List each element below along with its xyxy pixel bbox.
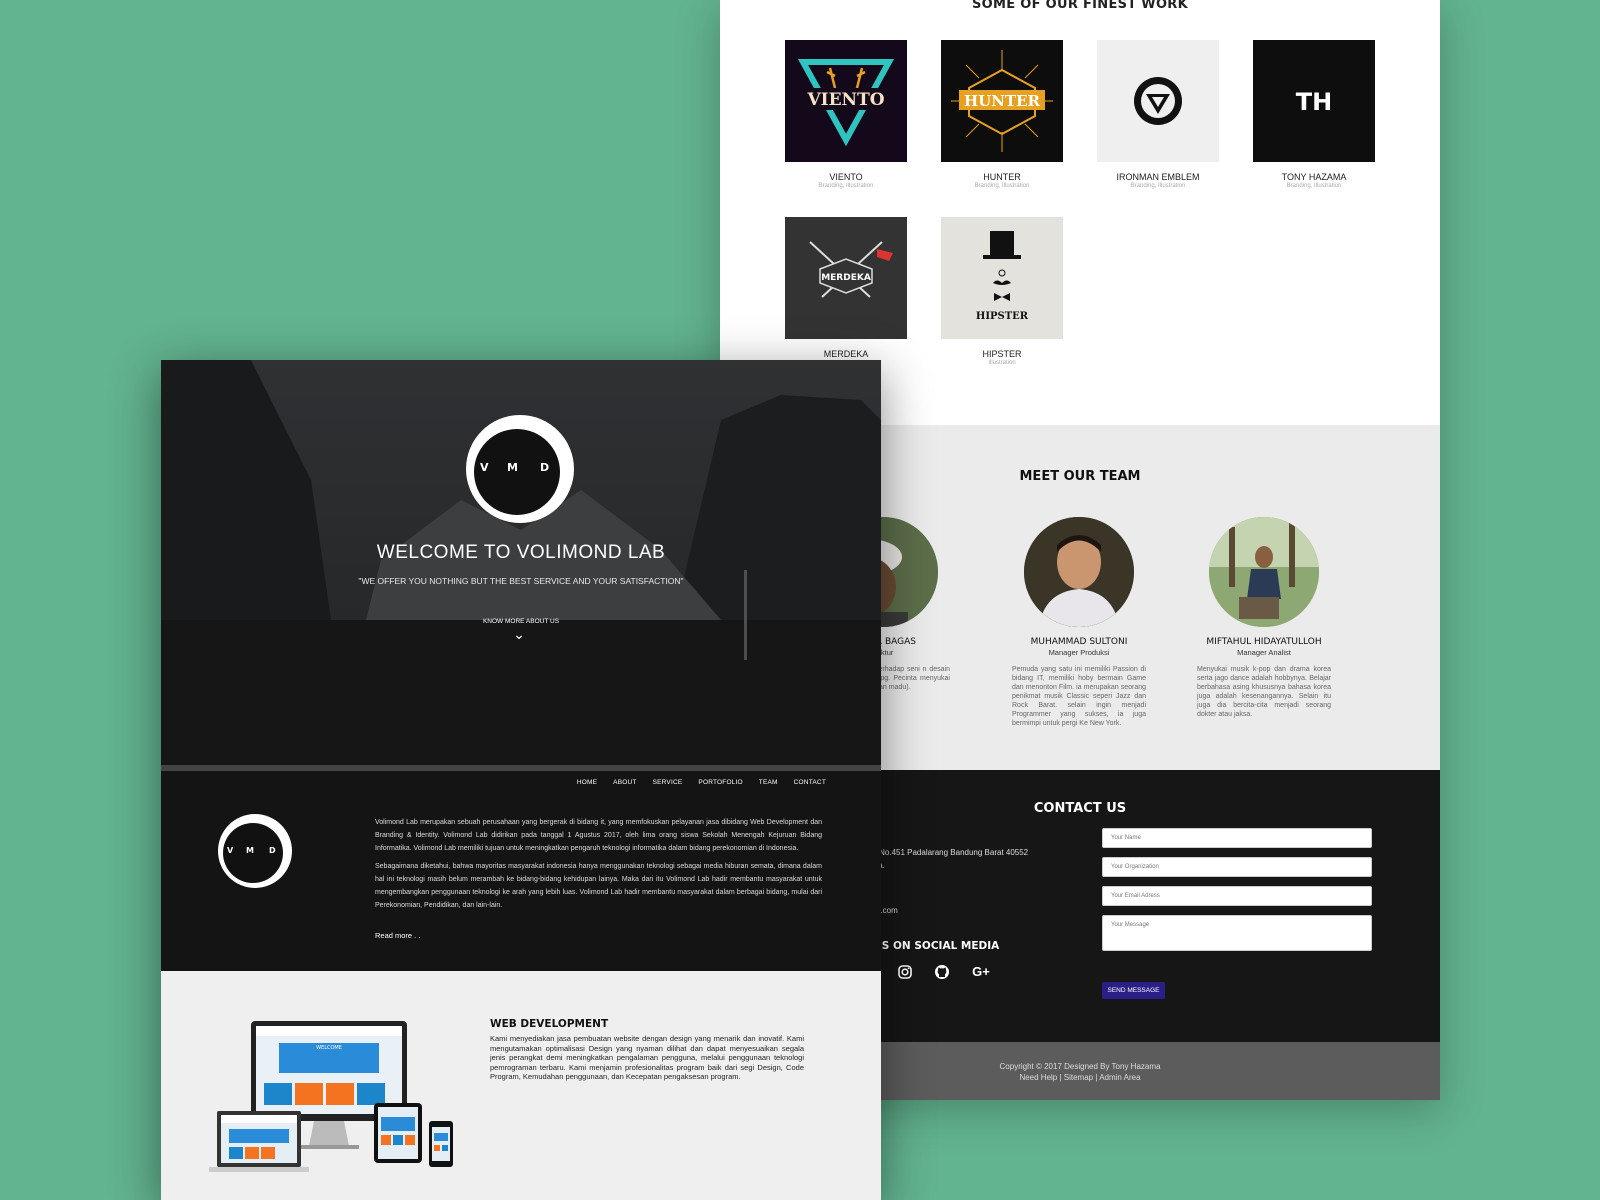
ironman-emblem-logo (1097, 40, 1219, 162)
service-title: WEB DEVELOPMENT (490, 1018, 609, 1030)
member-bio: Pemuda yang satu ini memiliki Passion di… (1012, 666, 1146, 727)
work-item-name: HIPSTER (982, 349, 1022, 359)
th-logo: TH (1253, 40, 1375, 162)
about-paragraph: Volimond Lab merupakan sebuah perusahaan… (375, 819, 822, 852)
svg-text:MERDEKA: MERDEKA (821, 273, 871, 283)
work-item-viento[interactable]: VIENTO VIENTO Branding, Illustration (785, 40, 907, 189)
github-icon[interactable] (934, 964, 950, 980)
nav-about[interactable]: ABOUT (613, 779, 636, 786)
hunter-logo: HUNTER (941, 40, 1063, 162)
vmd-logo: V M D (218, 814, 292, 888)
service-section: WELCOME WEB DEVELOPMENT Kami menyediakan… (161, 971, 881, 1200)
hipster-logo: HIPSTER (941, 217, 1063, 339)
landing-page: V M D WELCOME TO VOLIMOND LAB "WE OFFER … (161, 360, 881, 1200)
avatar (1024, 517, 1134, 627)
nav-home[interactable]: HOME (577, 779, 597, 786)
nav-team[interactable]: TEAM (759, 779, 778, 786)
work-item-tags: Branding, Illustration (974, 183, 1030, 189)
hero-section: V M D WELCOME TO VOLIMOND LAB "WE OFFER … (161, 360, 881, 765)
work-item-name: HUNTER (983, 172, 1021, 182)
work-item-tags: Branding, Illustration (1130, 183, 1186, 189)
vmd-logo: V M D (466, 415, 574, 523)
work-item-hipster[interactable]: HIPSTER HIPSTER Illustration (941, 217, 1063, 366)
google-plus-icon[interactable]: G+ (970, 964, 992, 980)
svg-text:VIENTO: VIENTO (806, 90, 884, 110)
devices-mockup-image: WELCOME (209, 1021, 453, 1172)
team-member: MUHAMMAD SULTONI Manager Produksi Pemuda… (1012, 517, 1146, 728)
address-line: ng No.451 Padalarang Bandung Barat 40552 (868, 848, 1029, 857)
email-field[interactable]: Your Email Adress (1102, 886, 1372, 906)
work-item-hunter[interactable]: HUNTER HUNTER Branding, Illustration (941, 40, 1063, 189)
about-text: Volimond Lab merupakan sebuah perusahaan… (375, 816, 822, 917)
hero-subtitle: "WE OFFER YOU NOTHING BUT THE BEST SERVI… (358, 576, 684, 586)
work-item-name: MERDEKA (823, 349, 869, 359)
message-field[interactable]: Your Message (1102, 915, 1372, 951)
svg-text:HUNTER: HUNTER (964, 92, 1041, 110)
work-item-ironman[interactable]: IRONMAN EMBLEM Branding, Illustration (1097, 40, 1219, 189)
about-section: HOME ABOUT SERVICE PORTOFOLIO TEAM CONTA… (161, 771, 881, 971)
avatar (1209, 517, 1319, 627)
work-item-name: TONY HAZAMA (1281, 172, 1347, 182)
work-item-tags: Illustration (988, 360, 1016, 366)
main-nav: HOME ABOUT SERVICE PORTOFOLIO TEAM CONTA… (561, 779, 826, 786)
nav-contact[interactable]: CONTACT (794, 779, 826, 786)
nav-service[interactable]: SERVICE (653, 779, 683, 786)
work-item-name: VIENTO (829, 172, 863, 182)
about-paragraph: Sebagaimana diketahui, bahwa mayoritas m… (375, 863, 822, 909)
work-section-title: SOME OF OUR FINEST WORK (972, 0, 1188, 12)
chevron-down-icon[interactable]: ⌄ (510, 626, 528, 644)
name-field[interactable]: Your Name (1102, 828, 1372, 848)
read-more-link[interactable]: Read more . . (375, 931, 420, 940)
member-role: Manager Produksi (1048, 648, 1110, 657)
send-message-button[interactable]: SEND MESSAGE (1102, 982, 1165, 999)
team-member: MIFTAHUL HIDAYATULLOH Manager Analist Me… (1197, 517, 1331, 719)
organization-field[interactable]: Your Organization (1102, 857, 1372, 877)
work-item-tony-hazama[interactable]: TH TONY HAZAMA Branding, Illustration (1253, 40, 1375, 189)
know-more-link[interactable]: KNOW MORE ABOUT US (161, 618, 881, 625)
work-item-tags: Branding, Illustration (1286, 183, 1342, 189)
member-name: MIFTAHUL HIDAYATULLOH (1206, 637, 1322, 647)
work-item-tags: Branding, Illustration (818, 183, 874, 189)
member-bio: Menyukai musik k-pop dan drama korea ser… (1197, 666, 1331, 718)
hero-title: WELCOME TO VOLIMOND LAB (376, 542, 666, 563)
instagram-icon[interactable] (897, 964, 913, 980)
viento-logo: VIENTO (785, 40, 907, 162)
work-item-merdeka[interactable]: MERDEKA MERDEKA (785, 217, 907, 360)
work-item-name: IRONMAN EMBLEM (1116, 172, 1200, 182)
member-name: MUHAMMAD SULTONI (1030, 637, 1128, 647)
svg-text:WELCOME: WELCOME (316, 1045, 342, 1051)
service-text: Kami menyediakan jasa pembuatan website … (490, 1034, 804, 1081)
merdeka-logo: MERDEKA (785, 217, 907, 339)
svg-text:HIPSTER: HIPSTER (976, 311, 1029, 322)
nav-portofolio[interactable]: PORTOFOLIO (698, 779, 742, 786)
svg-text:TH: TH (1296, 88, 1332, 116)
member-role: Manager Analist (1237, 648, 1291, 657)
